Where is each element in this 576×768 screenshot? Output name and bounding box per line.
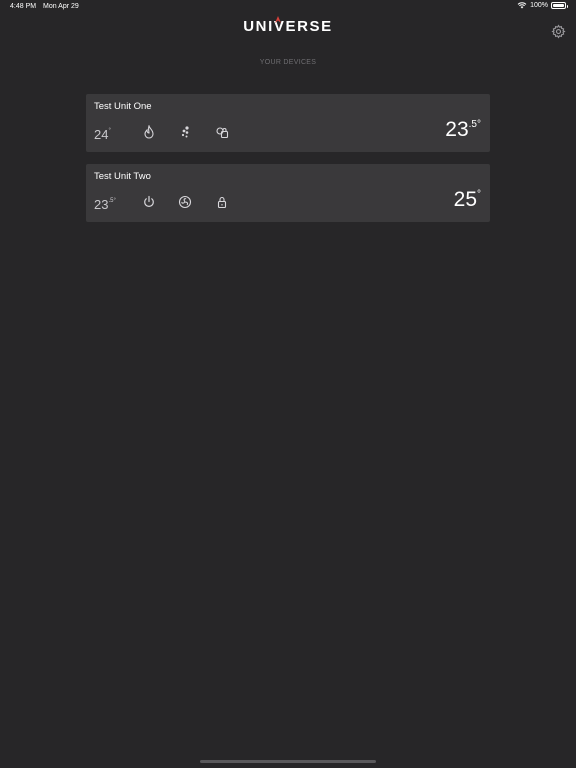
- set-temperature: 24°: [94, 127, 111, 142]
- gear-icon[interactable]: [551, 24, 566, 39]
- status-time: 4:48 PM: [10, 3, 37, 10]
- app-logo: UNIVERSE: [0, 16, 576, 35]
- home-indicator[interactable]: [200, 760, 376, 763]
- status-date: Mon Apr 29: [43, 3, 79, 10]
- page-subtitle: YOUR DEVICES: [259, 59, 317, 66]
- status-indicators: 100%: [517, 2, 568, 9]
- battery-percent: 100%: [530, 2, 548, 9]
- lock-icon: [217, 196, 227, 209]
- device-card-test-unit-one[interactable]: Test Unit One 24° 23.5°: [86, 94, 490, 152]
- logo-text: UNIVERSE: [243, 18, 333, 35]
- device-card-test-unit-two[interactable]: Test Unit Two 23.5° 25°: [86, 164, 490, 222]
- room-temperature: 23.5°: [445, 118, 481, 141]
- fan-dots-icon: [181, 126, 189, 138]
- fan-speed-icon: [178, 195, 192, 209]
- power-icon: [144, 195, 154, 207]
- device-name: Test Unit One: [94, 101, 152, 112]
- status-bar: 4:48 PM Mon Apr 29 100%: [0, 0, 576, 14]
- logo-flame-mark-icon: [275, 16, 282, 23]
- app-screen: 4:48 PM Mon Apr 29 100% UNIVERSE YOUR DE…: [0, 0, 576, 768]
- device-name: Test Unit Two: [94, 171, 151, 182]
- set-temperature: 23.5°: [94, 197, 116, 212]
- sensor-lock-icon: [216, 127, 229, 139]
- room-temperature: 25°: [453, 188, 481, 211]
- wifi-icon: [517, 2, 527, 9]
- flame-icon: [144, 125, 154, 139]
- battery-icon: [551, 2, 568, 9]
